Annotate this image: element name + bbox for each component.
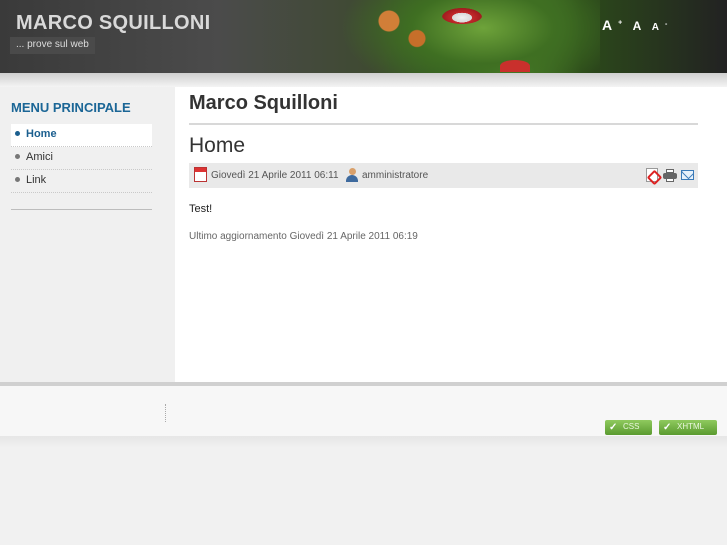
- user-icon: [346, 168, 358, 182]
- valid-xhtml-badge[interactable]: ✓ XHTML: [659, 420, 717, 435]
- sidebar-divider: [11, 209, 152, 210]
- menu-item-amici[interactable]: Amici: [11, 147, 152, 170]
- check-icon: ✓: [663, 422, 672, 433]
- last-updated: Ultimo aggiornamento Giovedì 21 Aprile 2…: [189, 231, 418, 242]
- article-date: Giovedì 21 Aprile 2011 06:11: [211, 170, 339, 181]
- site-title[interactable]: MARCO SQUILLONI: [16, 12, 211, 35]
- footer-bottom-band: [0, 436, 727, 448]
- header-banner-detail: [442, 8, 482, 24]
- title-divider: [189, 123, 698, 125]
- main-menu: Home Amici Link: [11, 124, 152, 193]
- menu-title: MENU PRINCIPALE: [11, 100, 131, 115]
- header-banner-detail: [500, 60, 530, 72]
- site-subtitle: ... prove sul web: [10, 37, 95, 54]
- header-banner-detail: [368, 0, 438, 70]
- font-size-controls: A + A A-: [602, 17, 673, 35]
- bullet-icon: [15, 153, 20, 159]
- email-icon[interactable]: [681, 170, 694, 180]
- menu-item-home[interactable]: Home: [11, 124, 152, 147]
- article-body: Test!: [189, 203, 213, 215]
- check-icon: ✓: [609, 422, 618, 433]
- footer-separator: [165, 404, 166, 422]
- page-title: Marco Squilloni: [189, 92, 338, 114]
- site-header: [0, 0, 727, 73]
- menu-item-link[interactable]: Link: [11, 170, 152, 193]
- font-increase-button[interactable]: A +: [602, 17, 622, 33]
- pdf-icon[interactable]: [646, 168, 658, 182]
- print-icon[interactable]: [663, 169, 677, 182]
- article-author: amministratore: [362, 170, 429, 181]
- article-title: Home: [189, 134, 246, 157]
- font-decrease-button[interactable]: A-: [652, 21, 668, 33]
- bullet-icon: [15, 130, 20, 136]
- calendar-icon: [194, 167, 207, 182]
- valid-css-badge[interactable]: ✓ CSS: [605, 420, 652, 435]
- font-reset-button[interactable]: A: [633, 19, 642, 33]
- content-band-shadow: [0, 73, 727, 87]
- bullet-icon: [15, 176, 20, 182]
